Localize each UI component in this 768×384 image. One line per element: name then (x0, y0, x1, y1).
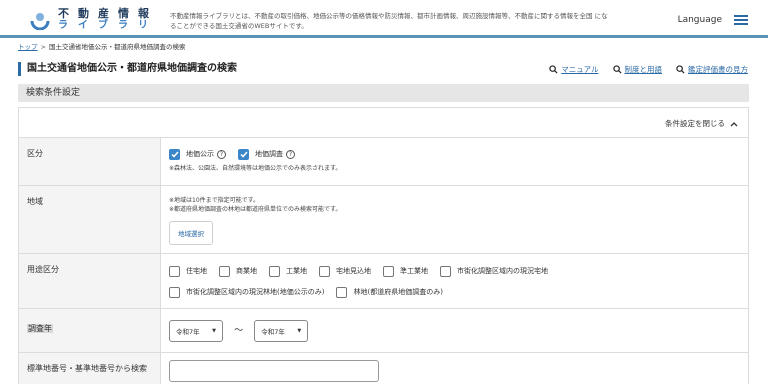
usage-option-label: 市街化調整区域内の現況宅地 (457, 267, 548, 275)
kubun-label: 区分 (19, 138, 161, 185)
number-search-input[interactable] (169, 360, 379, 382)
manual-link[interactable]: マニュアル (549, 64, 599, 75)
row-usage: 用途区分 住宅地 商業地 工業地 宅地見込地 準工業地 市街化調整区域内の現況宅… (19, 254, 748, 309)
checkbox-checked-icon (238, 148, 249, 160)
terms-link[interactable]: 制度と用語 (612, 64, 663, 75)
year-from-value: 令和7年 (176, 328, 200, 336)
close-conditions-label: 条件設定を閉じる (665, 119, 725, 128)
close-conditions-button[interactable]: 条件設定を閉じる (665, 118, 738, 129)
search-conditions-heading: 検索条件設定 (18, 84, 749, 102)
usage-checkbox[interactable]: 準工業地 (383, 265, 428, 277)
usage-checkbox[interactable]: 市街化調整区域内の現況林地(地価公示のみ) (169, 286, 325, 298)
kubun-koji-label: 地価公示 (186, 150, 214, 158)
chevron-up-icon (730, 121, 738, 126)
breadcrumb-separator: > (40, 43, 46, 51)
row-area: 地域 ※地域は10件まで指定可能です。 ※都道府県地価調査の林地は都道府県単位で… (19, 186, 748, 254)
year-label: 調査年 (27, 324, 53, 333)
usage-checkbox[interactable]: 住宅地 (169, 265, 207, 277)
usage-option-label: 住宅地 (186, 267, 207, 275)
usage-checkbox[interactable]: 商業地 (219, 265, 257, 277)
terms-link-label: 制度と用語 (624, 65, 663, 74)
area-note-1: ※地域は10件まで指定可能です。 (169, 197, 260, 204)
year-to-value: 令和7年 (261, 328, 285, 336)
breadcrumb-home-link[interactable]: トップ (18, 43, 38, 51)
kubun-chosa-label: 地価調査 (255, 150, 283, 158)
usage-checkbox[interactable]: 工業地 (269, 265, 307, 277)
search-form-panel: 条件設定を閉じる 区分 地価公示 ? 地価調査 ? ※森林法、公園法、自然環境等… (18, 107, 749, 384)
help-icon[interactable]: ? (286, 149, 295, 159)
area-select-button[interactable]: 地域選択 (169, 221, 213, 245)
logo-text-bottom: ライブラリ (58, 20, 158, 31)
logo-icon (30, 10, 50, 30)
row-number: 標準地番号・基準地番号から検索 (19, 353, 748, 384)
page-title: 国土交通省地価公示・都道府県地価調査の検索 (18, 62, 237, 76)
year-to-select[interactable]: 令和7年 ▼ (254, 320, 309, 342)
logo-text-top: 不動産情報 (58, 7, 158, 20)
usage-option-label: 工業地 (286, 267, 307, 275)
kubun-koji-checkbox[interactable]: 地価公示 ? (169, 148, 226, 160)
kubun-chosa-checkbox[interactable]: 地価調査 ? (238, 148, 295, 160)
caret-down-icon: ▼ (297, 328, 302, 334)
row-year: 調査年 令和7年 ▼ 〜 令和7年 ▼ (19, 309, 748, 353)
search-icon (612, 65, 622, 74)
usage-option-label: 林地(都道府県地価調査のみ) (353, 288, 443, 296)
search-icon (676, 65, 685, 74)
appraisal-guide-link-label: 鑑定評価書の見方 (688, 65, 748, 74)
number-label: 標準地番号・基準地番号から検索 (19, 353, 161, 384)
usage-option-label: 市街化調整区域内の現況林地(地価公示のみ) (186, 288, 325, 296)
manual-link-label: マニュアル (561, 65, 599, 74)
site-header: 不動産情報 ライブラリ 不動産情報ライブラリとは、不動産の取引価格、地価公示等の… (0, 0, 768, 38)
checkbox-checked-icon (169, 148, 180, 160)
search-icon (549, 65, 558, 74)
row-kubun: 区分 地価公示 ? 地価調査 ? ※森林法、公園法、自然環境等は地価公示でのみ表… (19, 138, 748, 186)
year-from-select[interactable]: 令和7年 ▼ (169, 320, 223, 342)
language-button[interactable]: Language (678, 15, 722, 25)
usage-option-label: 商業地 (236, 267, 257, 275)
usage-option-label: 準工業地 (400, 267, 428, 275)
site-description: 不動産情報ライブラリとは、不動産の取引価格、地価公示等の価格情報や防災情報、都市… (170, 12, 608, 30)
area-note-2: ※都道府県地価調査の林地は都道府県単位でのみ検索可能です。 (169, 206, 342, 213)
appraisal-guide-link[interactable]: 鑑定評価書の見方 (676, 64, 748, 75)
breadcrumb-current: 国土交通省地価公示・都道府県地価調査の検索 (48, 43, 186, 51)
area-label: 地域 (19, 186, 161, 253)
usage-label: 用途区分 (19, 254, 161, 308)
kubun-note: ※森林法、公園法、自然環境等は地価公示でのみ表示されます。 (169, 165, 342, 172)
help-icon[interactable]: ? (217, 149, 226, 159)
breadcrumb: トップ > 国土交通省地価公示・都道府県地価調査の検索 (18, 41, 185, 51)
hamburger-menu-icon[interactable] (734, 15, 748, 25)
usage-checkbox[interactable]: 市街化調整区域内の現況宅地 (440, 265, 548, 277)
year-range-separator: 〜 (234, 326, 244, 336)
usage-checkbox[interactable]: 林地(都道府県地価調査のみ) (336, 286, 443, 298)
caret-down-icon: ▼ (212, 328, 216, 334)
usage-option-label: 宅地見込地 (336, 267, 371, 275)
usage-checkbox[interactable]: 宅地見込地 (319, 265, 371, 277)
site-logo[interactable]: 不動産情報 ライブラリ (30, 8, 158, 31)
